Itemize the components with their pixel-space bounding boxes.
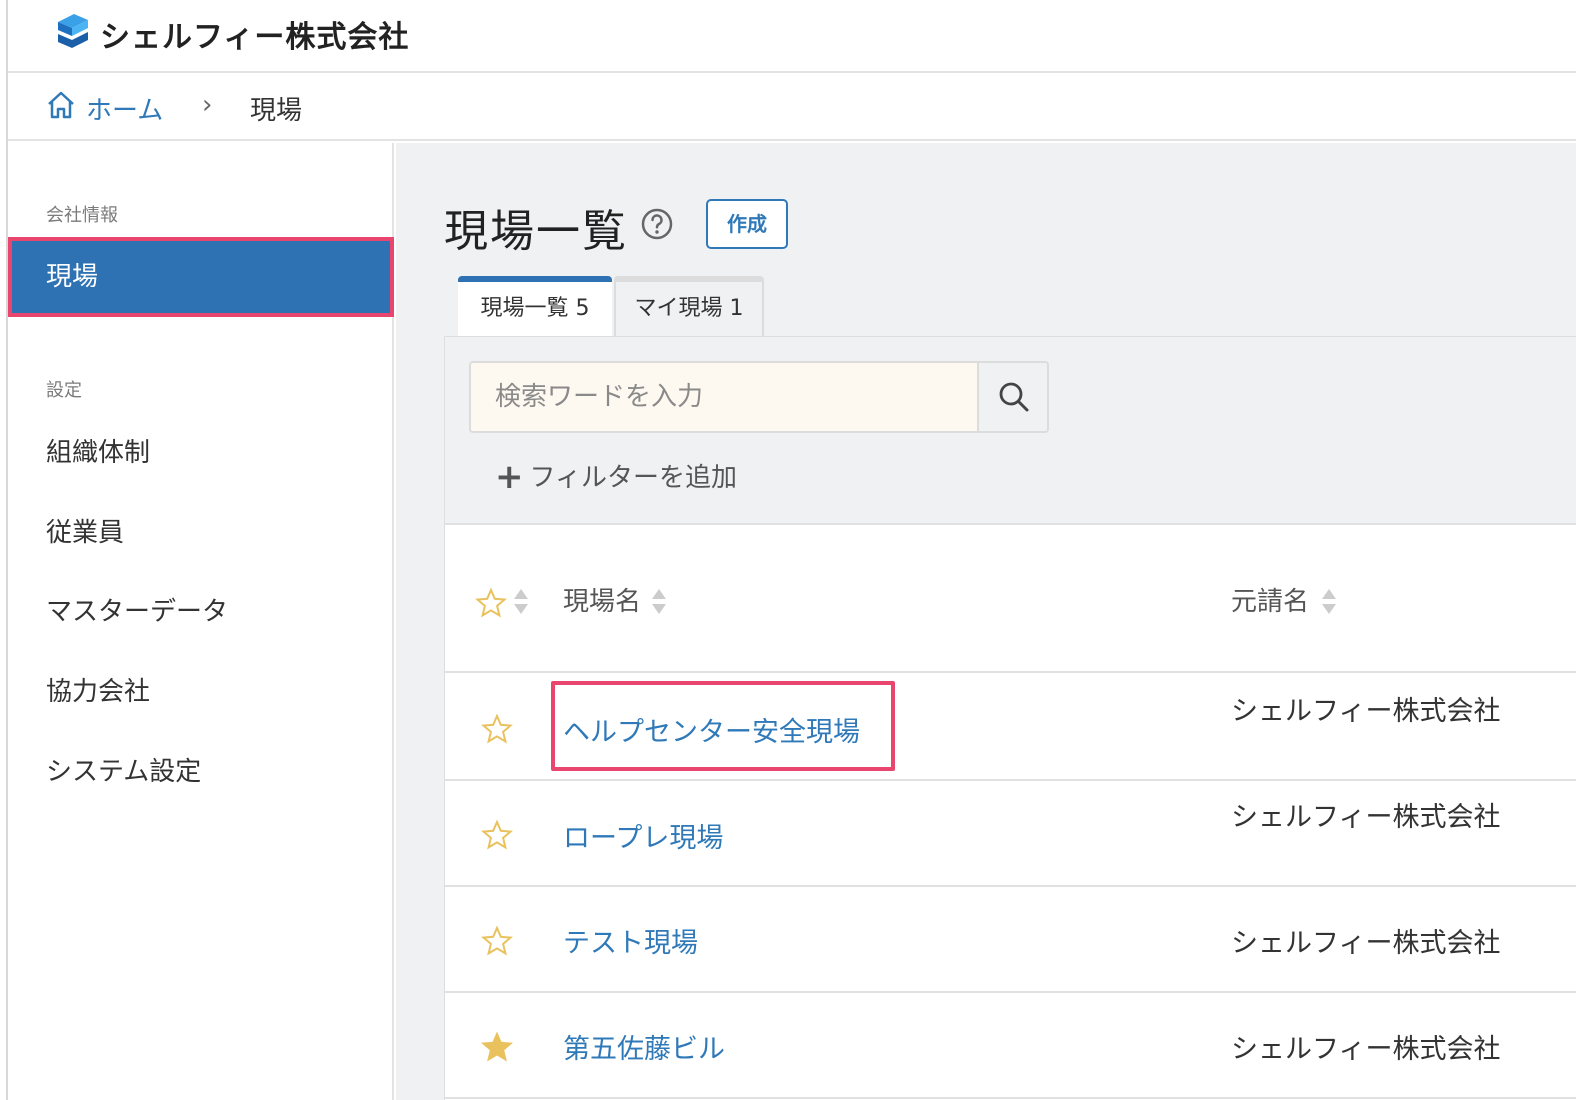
contractor-name: シェルフィー株式会社 — [1231, 1034, 1501, 1065]
search-icon — [999, 382, 1029, 412]
sidebar-item-organization[interactable]: 組織体制 — [8, 413, 394, 493]
plus-icon: + — [495, 457, 524, 497]
star-outline-icon[interactable] — [481, 925, 513, 957]
contractor-name: シェルフィー株式会社 — [1231, 928, 1501, 959]
add-filter-label: フィルターを追加 — [529, 463, 737, 493]
table-header: 現場名 元請名 — [445, 527, 1576, 673]
sidebar-section-company: 会社情報 — [46, 205, 118, 226]
contractor-name: シェルフィー株式会社 — [1231, 696, 1501, 727]
column-header-site-name[interactable]: 現場名 — [563, 581, 641, 618]
table-row: テスト現場 シェルフィー株式会社 — [445, 887, 1576, 993]
site-list-panel: +フィルターを追加 現場名 元請名 ヘルプセンター安全現場 シェルフ — [444, 336, 1576, 1100]
table-row: 第五佐藤ビル シェルフィー株式会社 — [445, 993, 1576, 1099]
search-input[interactable] — [471, 363, 977, 431]
app-header: シェルフィー株式会社 — [8, 0, 1576, 73]
contractor-name: シェルフィー株式会社 — [1231, 802, 1501, 833]
help-circle-icon[interactable] — [640, 207, 674, 241]
breadcrumb-current: 現場 — [250, 96, 303, 126]
star-outline-icon[interactable] — [481, 819, 513, 851]
highlight-box — [551, 681, 895, 771]
page-title: 現場一覧 — [444, 206, 628, 257]
column-header-contractor[interactable]: 元請名 — [1231, 581, 1309, 618]
table-row: ロープレ現場 シェルフィー株式会社 — [445, 781, 1576, 887]
sidebar-section-settings: 設定 — [46, 380, 82, 401]
breadcrumb-home-link[interactable]: ホーム — [86, 90, 163, 127]
breadcrumb-separator-icon: › — [202, 90, 213, 120]
sort-icon[interactable] — [513, 587, 529, 617]
tab-all-sites[interactable]: 現場一覧 5 — [458, 276, 612, 336]
sidebar: 会社情報 現場 設定 組織体制 従業員 マスターデータ 協力会社 システム設定 — [8, 143, 394, 1100]
filter-area: +フィルターを追加 — [445, 337, 1576, 525]
shelfy-logo-icon — [58, 14, 88, 48]
sidebar-item-partner-companies[interactable]: 協力会社 — [8, 652, 394, 732]
search-button[interactable] — [977, 363, 1047, 431]
search-box — [469, 361, 1049, 433]
site-name-link[interactable]: テスト現場 — [563, 921, 698, 960]
site-name-link[interactable]: ロープレ現場 — [563, 816, 723, 855]
sort-icon[interactable] — [651, 587, 667, 617]
star-outline-icon[interactable] — [481, 713, 513, 745]
sidebar-item-master-data[interactable]: マスターデータ — [8, 572, 394, 652]
add-filter-button[interactable]: + フィルターを追加 — [495, 455, 737, 497]
sort-icon[interactable] — [1321, 587, 1337, 617]
main-content: 現場一覧 作成 現場一覧 5 マイ現場 1 +フィルターを追加 — [396, 143, 1576, 1100]
create-button[interactable]: 作成 — [706, 199, 788, 249]
tab-my-sites[interactable]: マイ現場 1 — [614, 276, 764, 336]
table-row: ヘルプセンター安全現場 シェルフィー株式会社 — [445, 675, 1576, 781]
company-name: シェルフィー株式会社 — [100, 20, 410, 55]
sidebar-item-system-settings[interactable]: システム設定 — [8, 732, 394, 812]
sidebar-item-employees[interactable]: 従業員 — [8, 493, 394, 573]
sidebar-item-sites[interactable]: 現場 — [8, 237, 394, 317]
breadcrumb: ホーム › 現場 — [8, 73, 1576, 141]
star-outline-icon[interactable] — [475, 587, 507, 619]
star-filled-icon[interactable] — [481, 1031, 513, 1063]
home-icon[interactable] — [46, 90, 76, 120]
site-name-link[interactable]: 第五佐藤ビル — [563, 1027, 725, 1066]
